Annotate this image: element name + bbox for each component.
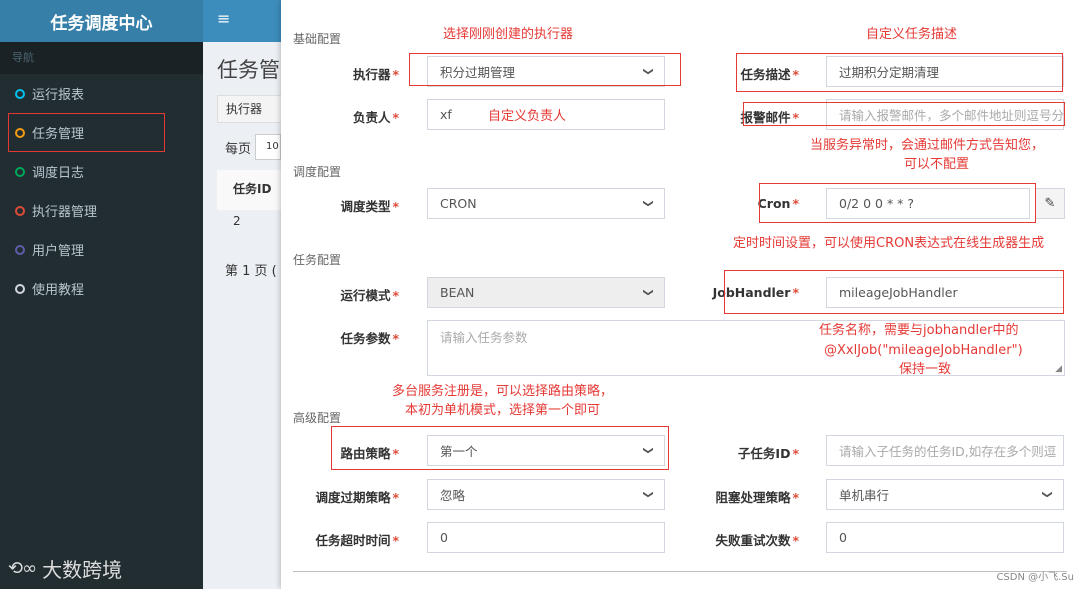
schedule-type-select[interactable]: CRON ❯	[427, 188, 665, 219]
block-strategy-select[interactable]: 单机串行 ❯	[826, 479, 1064, 510]
sidebar-item-task-management[interactable]: 任务管理	[8, 113, 165, 152]
annotation-box-alarm-email	[743, 102, 1065, 126]
sidebar: 任务调度中心 导航 运行报表 任务管理 调度日志 执行器管理 用户管理 使用教程…	[0, 0, 203, 589]
sidebar-item-run-report[interactable]: 运行报表	[0, 74, 203, 113]
sidebar-item-label: 调度日志	[32, 166, 85, 181]
annotation-route-line2: 本初为单机模式，选择第一个即可	[405, 403, 601, 418]
watermark-text: 大数跨境	[42, 558, 123, 582]
app-title: 任务调度中心	[0, 0, 203, 42]
table-header-task-id: 任务ID	[217, 170, 281, 210]
sidebar-item-label: 用户管理	[32, 244, 85, 259]
section-task: 任务配置	[293, 253, 342, 267]
sidebar-item-label: 执行器管理	[32, 205, 98, 220]
misfire-select[interactable]: 忽略 ❯	[427, 479, 665, 510]
section-advanced: 高级配置	[293, 411, 342, 425]
nav-header: 导航	[0, 42, 203, 74]
table-cell-task-id: 2	[233, 214, 241, 228]
per-page-label: 每页	[225, 142, 252, 157]
edit-cron-button[interactable]: ✎	[1035, 188, 1065, 219]
sidebar-item-user-management[interactable]: 用户管理	[0, 230, 203, 269]
fail-retry-label: 失败重试次数 *	[715, 533, 799, 548]
executor-label: 执行器 *	[352, 67, 399, 82]
glue-type-label: 运行模式 *	[340, 288, 399, 303]
author-label: 负责人 *	[352, 110, 399, 125]
timeout-input[interactable]: 0	[427, 522, 665, 553]
annotation-cron: 定时时间设置，可以使用CRON表达式在线生成器生成	[733, 236, 1045, 251]
annotation-box-job-desc	[736, 53, 1063, 92]
section-schedule: 调度配置	[293, 165, 342, 179]
chevron-down-icon: ❯	[642, 199, 654, 208]
circle-icon	[15, 283, 25, 294]
job-param-label: 任务参数 *	[340, 331, 399, 346]
child-job-input[interactable]: 请输入子任务的任务ID,如存在多个则逗	[826, 435, 1064, 466]
per-page-select[interactable]: 10	[255, 134, 281, 160]
section-basic: 基础配置	[293, 32, 342, 46]
annotation-box-executor	[409, 53, 681, 86]
add-task-modal: 基础配置 执行器 * 积分过期管理 ❯ 任务描述 * 过期积分定期清理 负责人 * xf…	[281, 0, 1080, 589]
annotation-handler-line1: 任务名称，需要与jobhandler中的	[819, 323, 1019, 338]
circle-icon	[15, 88, 25, 99]
block-strategy-label: 阻塞处理策略 *	[715, 490, 799, 505]
annotation-email-line1: 当服务异常时，会通过邮件方式告知您，	[810, 138, 1045, 153]
divider	[293, 571, 1067, 572]
csdn-credit: CSDN @小飞.Su	[996, 572, 1074, 583]
annotation-author: 自定义负责人	[488, 109, 567, 124]
sidebar-item-label: 任务管理	[32, 127, 85, 142]
circle-icon	[15, 205, 25, 216]
annotation-handler-line3: 保持一致	[899, 362, 952, 377]
schedule-type-label: 调度类型 *	[340, 199, 399, 214]
edit-icon: ✎	[1044, 196, 1056, 211]
sidebar-item-tutorial[interactable]: 使用教程	[0, 269, 203, 308]
circle-icon	[15, 127, 25, 138]
annotation-email-line2: 可以不配置	[904, 157, 970, 172]
timeout-label: 任务超时时间 *	[315, 533, 399, 548]
chevron-down-icon: ❯	[642, 490, 654, 499]
sidebar-item-executor-management[interactable]: 执行器管理	[0, 191, 203, 230]
page-title: 任务管	[217, 58, 280, 82]
circle-icon	[15, 166, 25, 177]
annotation-executor: 选择刚刚创建的执行器	[443, 27, 574, 42]
misfire-label: 调度过期策略 *	[315, 490, 399, 505]
annotation-box-job-handler	[724, 270, 1064, 314]
sidebar-item-label: 运行报表	[32, 88, 85, 103]
chevron-down-icon: ❯	[642, 288, 654, 297]
watermark: ⟲∞ 大数跨境	[8, 554, 122, 583]
fail-retry-input[interactable]: 0	[826, 522, 1064, 553]
annotation-box-route-strategy	[331, 426, 669, 470]
annotation-route-line1: 多台服务注册是，可以选择路由策略，	[392, 384, 614, 399]
sidebar-item-schedule-log[interactable]: 调度日志	[0, 152, 203, 191]
annotation-box-cron	[759, 183, 1036, 223]
annotation-job-desc: 自定义任务描述	[866, 27, 958, 42]
glue-type-select[interactable]: BEAN ❯	[427, 277, 665, 308]
watermark-logo-icon: ⟲∞	[8, 558, 37, 579]
annotation-handler-line2: @XxlJob("mileageJobHandler")	[824, 343, 1023, 358]
sidebar-item-label: 使用教程	[32, 283, 85, 298]
circle-icon	[15, 244, 25, 255]
chevron-down-icon: ❯	[1041, 490, 1053, 499]
menu-toggle-icon[interactable]: ≡	[217, 9, 230, 28]
child-job-label: 子任务ID *	[737, 446, 799, 461]
executor-filter-button[interactable]: 执行器	[217, 95, 287, 123]
resize-handle-icon[interactable]: ◢	[1055, 364, 1062, 374]
